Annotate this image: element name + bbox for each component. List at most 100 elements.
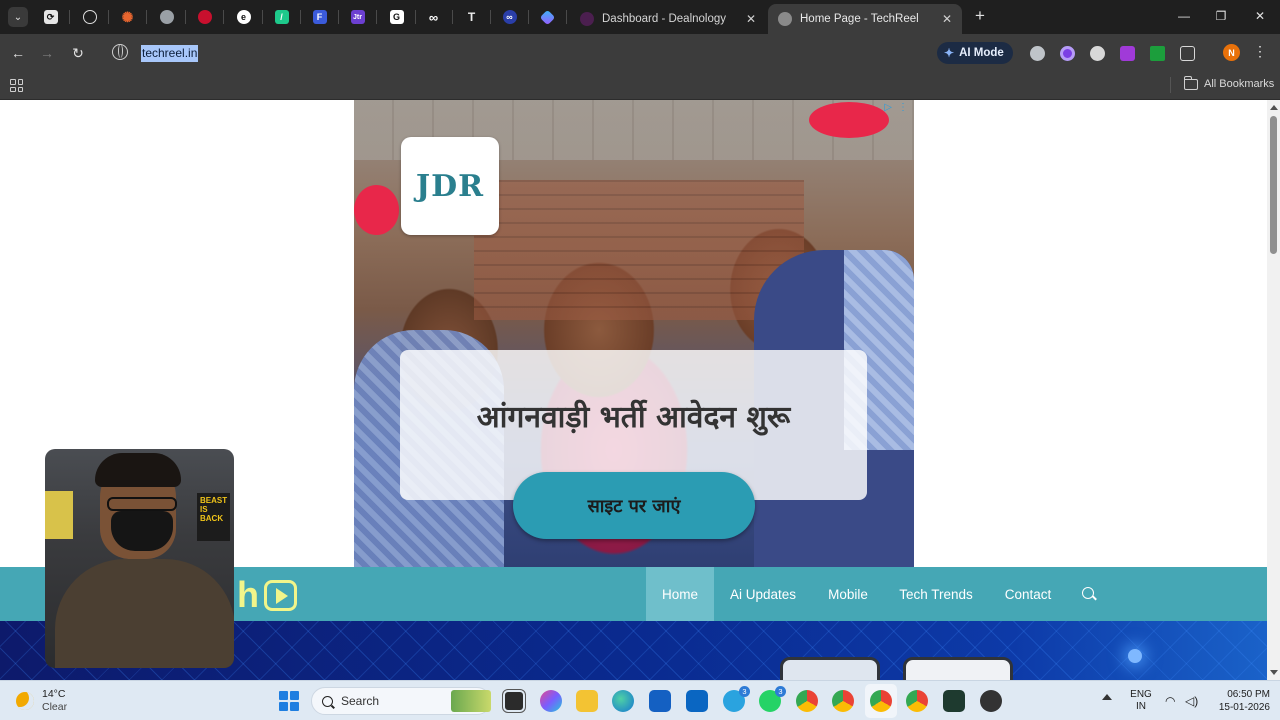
store-icon[interactable] (649, 690, 671, 712)
ad-choices-icon[interactable]: ▷ (884, 102, 892, 113)
pinned-tab-7[interactable]: / (262, 0, 301, 34)
tab-title: Dashboard - Dealnology (602, 13, 727, 25)
weather-widget[interactable]: 14°C Clear (16, 688, 67, 714)
site-logo[interactable]: h (237, 577, 297, 613)
pinned-tab-6[interactable]: e (224, 0, 263, 34)
task-view-icon[interactable] (503, 690, 525, 712)
page-scrollbar[interactable] (1267, 100, 1280, 680)
pinned-tab-13[interactable]: ∞ (490, 0, 529, 34)
address-bar-url[interactable]: techreel.in (141, 45, 199, 62)
pinned-tab-11[interactable]: ∞ (414, 0, 453, 34)
minimize-button[interactable]: — (1172, 5, 1196, 27)
ad-cta-button[interactable]: साइट पर जाएं (513, 472, 755, 539)
recorder-icon[interactable] (980, 690, 1002, 712)
taskbar-search-placeholder: Search (341, 694, 380, 708)
nav-tech-trends[interactable]: Tech Trends (893, 567, 979, 621)
pinned-tab-13-icon: ∞ (502, 10, 517, 24)
site-info-icon[interactable] (112, 44, 128, 60)
pinned-tab-1[interactable]: ⟳ (31, 0, 70, 34)
all-bookmarks-label: All Bookmarks (1204, 78, 1275, 90)
techreel-favicon (778, 12, 792, 26)
chrome-profile-2-icon[interactable] (832, 690, 854, 712)
ai-mode-button[interactable]: ✦ AI Mode (937, 42, 1013, 64)
wifi-icon[interactable]: ◠ (1165, 694, 1175, 708)
edge-icon[interactable] (612, 690, 634, 712)
back-button[interactable]: ← (7, 42, 29, 64)
extensions-puzzle-icon[interactable] (1180, 46, 1195, 61)
new-tab-button[interactable]: + (970, 6, 990, 26)
tab-title: Home Page - TechReel (800, 13, 919, 25)
pinned-tab-5[interactable] (185, 0, 224, 34)
reel-play-icon (264, 579, 297, 611)
tab-dealnology[interactable]: Dashboard - Dealnology ✕ (570, 4, 766, 34)
extension-icon-3[interactable] (1090, 46, 1105, 61)
download-extension-icon[interactable] (1120, 46, 1135, 61)
chrome-profile-4-icon[interactable] (906, 690, 928, 712)
close-tab-icon[interactable]: ✕ (746, 12, 756, 26)
reload-button[interactable]: ↻ (67, 42, 89, 64)
pinned-tab-4[interactable] (147, 0, 186, 34)
restore-button[interactable]: ❐ (1209, 5, 1233, 27)
pinned-tab-9-icon: Jtr (350, 10, 365, 24)
taskbar-clock[interactable]: 06:50 PM 15-01-2026 (1208, 688, 1270, 714)
start-button[interactable] (279, 691, 299, 711)
pinned-tab-3-icon: ✺ (121, 8, 134, 25)
close-window-button[interactable]: ✕ (1248, 5, 1272, 27)
scroll-up-arrow[interactable] (1270, 105, 1278, 110)
ad-options-icon[interactable]: ⋮ (898, 102, 908, 113)
close-tab-icon[interactable]: ✕ (942, 12, 952, 26)
scroll-thumb[interactable] (1270, 116, 1277, 254)
whatsapp-icon[interactable]: 3 (759, 686, 786, 712)
extension-icon-2[interactable] (1060, 46, 1075, 61)
pinned-tab-14[interactable] (528, 0, 567, 34)
clock-date: 15-01-2026 (1218, 702, 1270, 713)
all-bookmarks-button[interactable]: All Bookmarks (1183, 75, 1275, 90)
terminal-icon[interactable] (943, 690, 965, 712)
green-arrow-extension-icon[interactable] (1150, 46, 1165, 61)
language-code: ENG (1130, 689, 1152, 700)
language-indicator[interactable]: ENG IN (1128, 689, 1154, 713)
pinned-tab-11-icon: ∞ (428, 9, 439, 25)
pinned-tab-1-icon: ⟳ (43, 10, 58, 24)
pinned-tab-3[interactable]: ✺ (108, 0, 147, 34)
pinned-tab-4-icon (159, 10, 174, 24)
copilot-icon[interactable] (540, 690, 562, 712)
scroll-down-arrow[interactable] (1270, 670, 1278, 675)
forward-button[interactable]: → (36, 42, 58, 64)
nav-ai-updates[interactable]: Ai Updates (722, 567, 804, 621)
webcam-person-mask (111, 511, 173, 551)
nav-contact[interactable]: Contact (996, 567, 1060, 621)
dealnology-favicon (580, 12, 594, 26)
pinned-tab-8[interactable]: F (300, 0, 339, 34)
volume-icon[interactable]: ◁) (1185, 694, 1198, 708)
chrome-active-icon[interactable] (870, 690, 892, 712)
ad-choices[interactable]: ▷ ⋮ (884, 102, 908, 113)
nav-home[interactable]: Home (646, 567, 714, 621)
tab-search-button[interactable]: ⌄ (8, 7, 28, 27)
pinned-tab-2[interactable] (70, 0, 109, 34)
pinned-tab-10[interactable]: G (377, 0, 416, 34)
extension-icon-1[interactable] (1030, 46, 1045, 61)
search-icon (322, 695, 333, 707)
telegram-badge: 3 (739, 686, 750, 697)
webcam-person-hoodie (55, 559, 234, 668)
profile-avatar[interactable]: N (1223, 44, 1240, 61)
tab-techreel[interactable]: Home Page - TechReel ✕ (768, 4, 962, 34)
browser-menu-icon[interactable]: ⋮ (1253, 43, 1267, 60)
apps-grid-icon[interactable] (10, 79, 23, 92)
pinned-tab-10-icon: G (389, 10, 404, 24)
outlook-icon[interactable] (686, 690, 708, 712)
ad-headline: आंगनवाड़ी भर्ती आवेदन शुरू (476, 400, 791, 435)
show-hidden-icons-chevron[interactable] (1102, 694, 1112, 700)
pinned-tab-9[interactable]: Jtr (338, 0, 377, 34)
search-icon[interactable] (1082, 587, 1094, 599)
telegram-icon[interactable]: 3 (723, 686, 750, 712)
whatsapp-badge: 3 (775, 686, 786, 697)
pinned-tab-12[interactable]: T (452, 0, 491, 34)
nav-mobile[interactable]: Mobile (816, 567, 880, 621)
file-explorer-icon[interactable] (576, 690, 598, 712)
search-highlight-image[interactable] (451, 690, 491, 712)
clock-time: 06:50 PM (1227, 689, 1270, 700)
advertisement-banner[interactable]: JDR ▷ ⋮ आंगनवाड़ी भर्ती आवेदन शुरू साइट … (354, 100, 914, 567)
chrome-profile-1-icon[interactable] (796, 690, 818, 712)
